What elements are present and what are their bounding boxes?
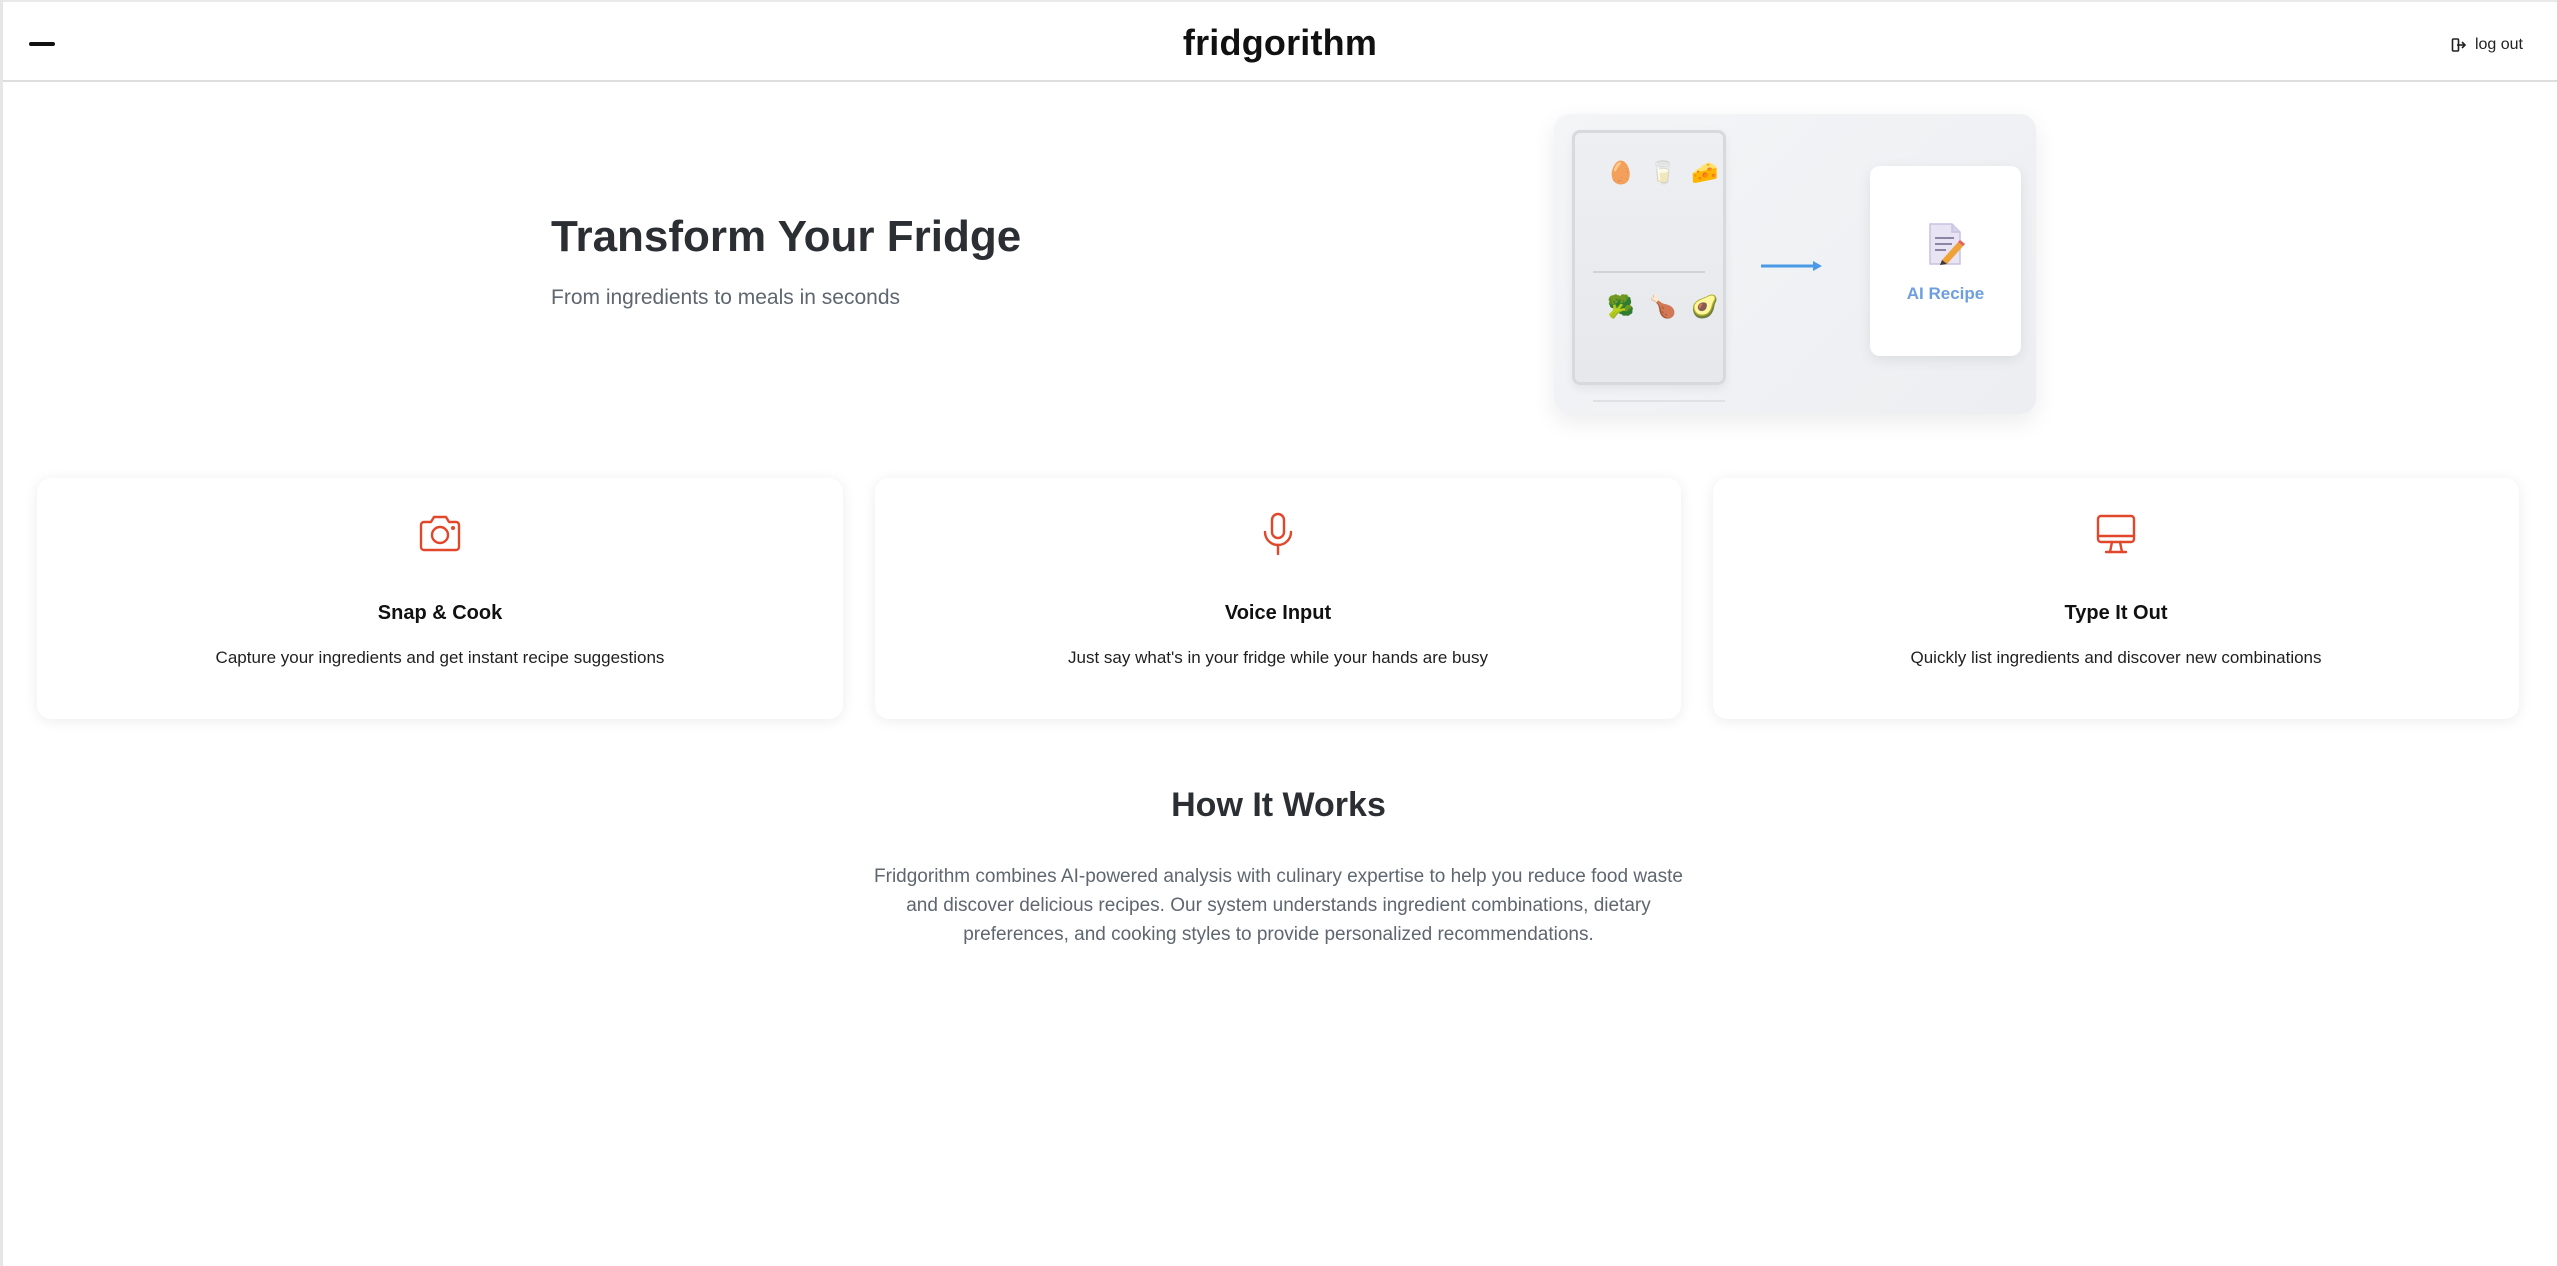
feature-card-type-it-out[interactable]: Type It Out Quickly list ingredients and… — [1713, 478, 2519, 719]
feature-title: Snap & Cook — [377, 602, 503, 624]
recipe-document-icon — [1929, 223, 1965, 265]
chicken-leg-icon: 🍗 — [1649, 295, 1677, 320]
recipe-label: AI Recipe — [1906, 284, 1985, 303]
feature-description: Quickly list ingredients and discover ne… — [1910, 648, 2322, 667]
logout-icon — [2451, 38, 2467, 52]
hero-title: Transform Your Fridge — [551, 212, 1022, 261]
microphone-icon — [1263, 512, 1293, 556]
avocado-icon: 🥑 — [1691, 295, 1719, 320]
brand-title: fridgorithm — [1182, 22, 1378, 63]
how-it-works-body: Fridgorithm combines AI-powered analysis… — [874, 866, 1683, 945]
monitor-icon — [2096, 514, 2136, 554]
fridge-shelf — [1593, 271, 1705, 273]
ai-recipe-card: AI Recipe — [1870, 166, 2021, 356]
logout-label: log out — [2474, 36, 2523, 53]
fridge-illustration: 🥚 🥛 🧀 🥦 🍗 🥑 — [1572, 130, 1726, 402]
cheese-icon: 🧀 — [1691, 161, 1719, 186]
logout-button[interactable]: log out — [2451, 36, 2523, 54]
milk-icon: 🥛 — [1649, 161, 1677, 186]
broccoli-icon: 🥦 — [1607, 295, 1635, 320]
feature-card-snap-cook[interactable]: Snap & Cook Capture your ingredients and… — [37, 478, 843, 719]
feature-title: Type It Out — [2064, 602, 2168, 624]
how-it-works-title: How It Works — [1171, 786, 1386, 824]
feature-title: Voice Input — [1224, 602, 1332, 624]
feature-card-voice-input[interactable]: Voice Input Just say what's in your frid… — [875, 478, 1681, 719]
hero-subtitle: From ingredients to meals in seconds — [551, 286, 900, 309]
arrow-right-icon — [1761, 261, 1822, 271]
feature-description: Just say what's in your fridge while you… — [1068, 648, 1488, 667]
egg-icon: 🥚 — [1607, 161, 1635, 186]
hero-illustration: 🥚 🥛 🧀 🥦 🍗 🥑 AI Recipe — [1554, 114, 2036, 414]
fridge-base-line — [1593, 400, 1725, 402]
top-navbar: fridgorithm log out — [3, 0, 2557, 82]
feature-description: Capture your ingredients and get instant… — [215, 648, 665, 667]
camera-icon — [419, 515, 461, 552]
